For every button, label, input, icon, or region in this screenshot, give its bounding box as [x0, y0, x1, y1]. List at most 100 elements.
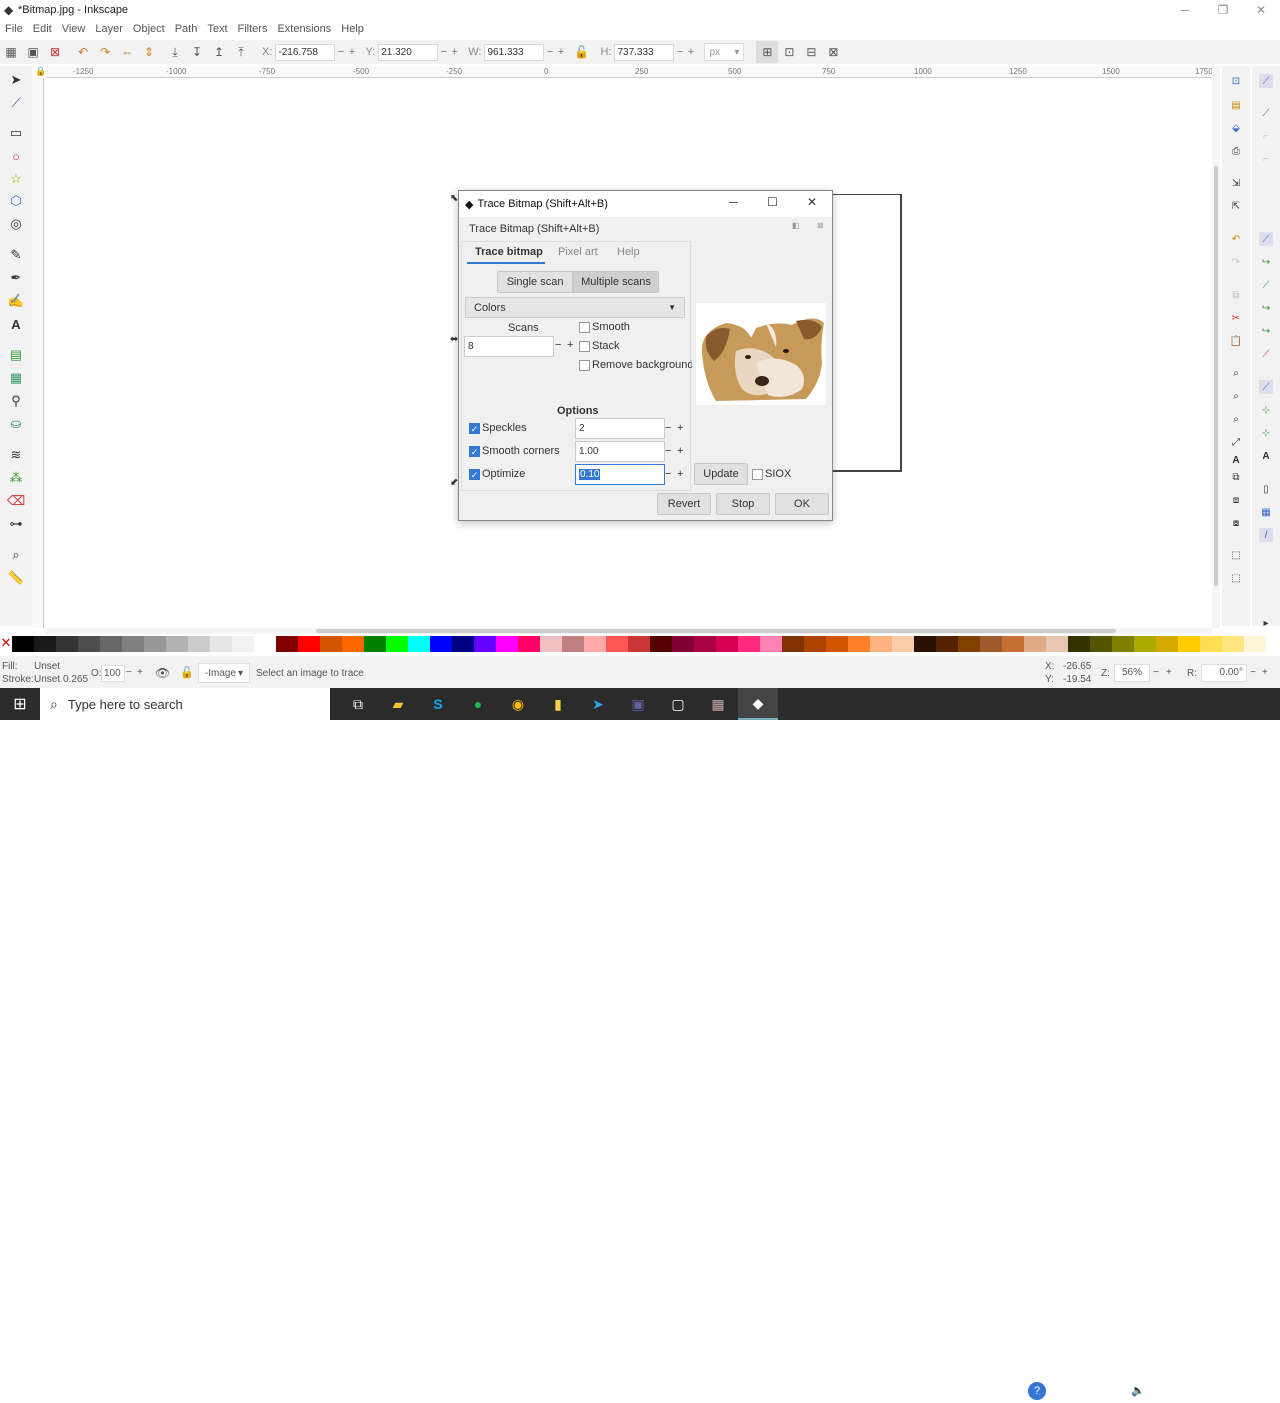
ok-button[interactable]: OK — [775, 493, 829, 515]
optimize-decrement[interactable]: − — [665, 468, 671, 480]
scrollbar-thumb[interactable] — [316, 629, 1116, 633]
color-swatch[interactable] — [496, 636, 518, 652]
import-icon[interactable]: ⇲ — [1229, 176, 1243, 190]
color-swatch[interactable] — [1156, 636, 1178, 652]
battery-icon[interactable]: ▭ — [1092, 1384, 1102, 1397]
rotate-decrement[interactable]: − — [1250, 667, 1256, 678]
color-swatch[interactable] — [1068, 636, 1090, 652]
color-swatch[interactable] — [584, 636, 606, 652]
flip-vertical-icon[interactable]: ⇕ — [138, 41, 160, 63]
pen-tool-icon[interactable]: ✒ — [7, 269, 25, 287]
skype-icon[interactable]: S — [418, 688, 458, 720]
color-swatch[interactable] — [1046, 636, 1068, 652]
scale-stroke-icon[interactable]: ⊞ — [756, 41, 779, 63]
color-swatch[interactable] — [254, 636, 276, 652]
color-swatch[interactable] — [1244, 636, 1266, 652]
color-swatch[interactable] — [1002, 636, 1024, 652]
paste-icon[interactable]: 📋 — [1229, 334, 1243, 348]
snap-guide-icon[interactable]: / — [1259, 528, 1273, 542]
select-all-icon[interactable]: ▦ — [0, 41, 22, 63]
toggle-visibility-icon[interactable]: 👁 — [155, 666, 170, 680]
dialog-minimize-button[interactable]: ─ — [729, 195, 738, 209]
rotate-cw-icon[interactable]: ↷ — [94, 41, 116, 63]
color-swatch[interactable] — [826, 636, 848, 652]
color-swatch[interactable] — [782, 636, 804, 652]
snap-toggle-icon[interactable]: ⟋ — [1259, 74, 1273, 88]
color-swatch[interactable] — [320, 636, 342, 652]
menu-path[interactable]: Path — [175, 23, 198, 35]
clock-time[interactable]: 6:56 PM — [1190, 1378, 1227, 1389]
snap-midpoint-icon[interactable]: ⟋ — [1259, 347, 1273, 361]
color-swatch[interactable] — [122, 636, 144, 652]
smooth-corners-input[interactable]: 1.00 — [575, 441, 665, 462]
redo-icon[interactable]: ↷ — [1229, 255, 1243, 269]
h-decrement[interactable]: − — [674, 46, 685, 58]
clock-date[interactable]: 17/5/2020 — [1186, 1392, 1231, 1403]
select-all-layers-icon[interactable]: ▣ — [22, 41, 44, 63]
smooth-corners-increment[interactable]: + — [677, 445, 683, 457]
onedrive-icon[interactable]: ☁ — [1111, 1384, 1122, 1397]
menu-text[interactable]: Text — [207, 23, 227, 35]
undo-icon[interactable]: ↶ — [1229, 232, 1243, 246]
panel-restore-icon[interactable]: ◧ — [792, 221, 800, 230]
menu-view[interactable]: View — [62, 23, 86, 35]
menu-layer[interactable]: Layer — [95, 23, 123, 35]
calligraphy-tool-icon[interactable]: ✍ — [7, 292, 25, 310]
color-swatch[interactable] — [298, 636, 320, 652]
smooth-corners-decrement[interactable]: − — [665, 445, 671, 457]
color-swatch[interactable] — [78, 636, 100, 652]
color-swatch[interactable] — [386, 636, 408, 652]
color-swatch[interactable] — [430, 636, 452, 652]
snap-rotation-icon[interactable]: ⊹ — [1259, 426, 1273, 440]
inkscape-taskbar-icon[interactable]: ◆ — [738, 688, 778, 720]
color-swatch[interactable] — [100, 636, 122, 652]
no-paint-swatch[interactable]: ✕ — [0, 636, 12, 652]
horizontal-scrollbar[interactable] — [46, 628, 1212, 634]
snap-center-icon[interactable]: ⊹ — [1259, 403, 1273, 417]
speckles-input[interactable]: 2 — [575, 418, 665, 439]
opacity-decrement[interactable]: − — [126, 667, 132, 678]
dropper-tool-icon[interactable]: ⚲ — [7, 392, 25, 410]
scrollbar-thumb[interactable] — [1214, 166, 1218, 586]
color-swatch[interactable] — [760, 636, 782, 652]
minimize-button[interactable]: ─ — [1166, 0, 1204, 20]
optimize-checkbox[interactable]: ✓ — [469, 469, 480, 480]
color-swatch[interactable] — [958, 636, 980, 652]
snap-bbox-edge-icon[interactable]: ⌐ — [1259, 129, 1273, 143]
zoom-increment[interactable]: + — [1166, 667, 1172, 678]
eraser-tool-icon[interactable]: ⌫ — [7, 492, 25, 510]
snap-smooth-icon[interactable]: ↪ — [1259, 324, 1273, 338]
zoom-selection-icon[interactable]: ⌕ — [1229, 366, 1243, 380]
layer-select[interactable]: -Image ▾ — [198, 663, 250, 683]
vertical-scrollbar[interactable] — [1212, 66, 1220, 628]
telegram-icon[interactable]: ➤ — [578, 688, 618, 720]
unit-select[interactable]: px ▾ — [704, 43, 745, 61]
scans-increment[interactable]: + — [567, 339, 573, 351]
lower-icon[interactable]: ↧ — [186, 41, 208, 63]
w-decrement[interactable]: − — [544, 46, 555, 58]
color-swatch[interactable] — [232, 636, 254, 652]
language-indicator[interactable]: ENG — [1154, 1386, 1176, 1397]
color-swatch[interactable] — [56, 636, 78, 652]
lock-ratio-icon[interactable]: 🔓 — [570, 41, 592, 63]
menu-file[interactable]: File — [5, 23, 23, 35]
print-icon[interactable]: ⎙ — [1229, 144, 1243, 158]
stroke-width[interactable]: 0.265 — [63, 674, 88, 685]
smooth-corners-checkbox[interactable]: ✓ — [469, 446, 480, 457]
pencil-tool-icon[interactable]: ✎ — [7, 246, 25, 264]
volume-icon[interactable]: 🔈 — [1131, 1384, 1145, 1397]
color-swatch[interactable] — [474, 636, 496, 652]
color-swatch[interactable] — [1090, 636, 1112, 652]
snap-bbox-corner-icon[interactable]: ⌐ — [1259, 152, 1273, 166]
menu-extensions[interactable]: Extensions — [277, 23, 331, 35]
color-swatch[interactable] — [210, 636, 232, 652]
duplicate-icon[interactable]: ⧉ — [1229, 470, 1243, 484]
scans-input[interactable]: 8 — [464, 336, 554, 357]
rectangle-tool-icon[interactable]: ▭ — [7, 124, 25, 142]
color-swatch[interactable] — [650, 636, 672, 652]
rotate-increment[interactable]: + — [1262, 667, 1268, 678]
tray-chevron-icon[interactable]: ︿ — [1054, 1384, 1065, 1400]
spray-tool-icon[interactable]: ⁂ — [7, 469, 25, 487]
color-swatch[interactable] — [694, 636, 716, 652]
color-swatch[interactable] — [716, 636, 738, 652]
